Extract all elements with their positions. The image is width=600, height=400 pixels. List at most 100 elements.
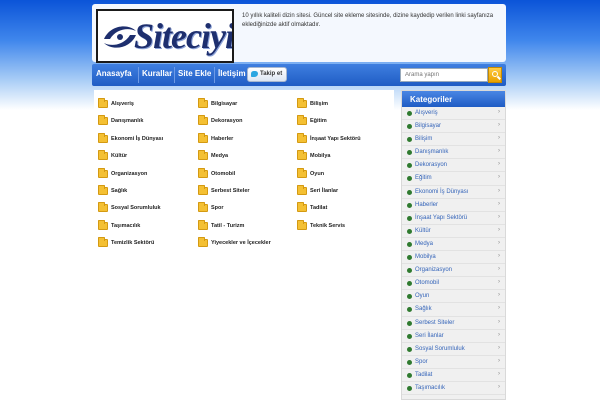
sidebar-item[interactable]: Otomobil › — [402, 277, 505, 291]
folder-icon — [198, 132, 208, 143]
folder-icon — [297, 98, 307, 108]
nav-site-ekle[interactable]: Site Ekle — [178, 69, 211, 78]
sidebar-item[interactable]: Oyun › — [402, 290, 505, 304]
bullet-icon — [407, 189, 412, 195]
chevron-right-icon: › — [498, 200, 500, 207]
folder-icon — [198, 98, 208, 108]
category-label: Yiyecekler ve İçecekler — [211, 240, 271, 247]
folder-icon — [198, 167, 208, 178]
bullet-icon — [407, 124, 412, 130]
category-label: Sosyal Sorumluluk — [111, 205, 161, 212]
sidebar-item[interactable]: Alışveriş › — [402, 107, 505, 121]
bullet-icon — [407, 163, 412, 169]
sidebar-item-label: Seri İlanlar — [415, 332, 444, 339]
category-label: Seri İlanlar — [310, 188, 339, 194]
category-label: Taşımacılık — [111, 222, 141, 229]
sidebar-item-label: Danışmanlık — [415, 149, 449, 156]
folder-icon — [98, 132, 108, 143]
chevron-right-icon: › — [498, 187, 500, 194]
nav-iletisim[interactable]: İletişim — [218, 69, 246, 78]
sidebar-item-label: Otomobil — [415, 280, 440, 287]
category-label: Otomobil — [211, 170, 236, 177]
main-nav: Anasayfa Kurallar Site Ekle İletişim Tak… — [92, 64, 506, 86]
site-description: 10 yıllık kaliteli dizin sitesi. Güncel … — [242, 13, 494, 28]
nav-divider — [174, 67, 175, 83]
chevron-right-icon: › — [498, 122, 500, 129]
category-label: Bilgisayar — [211, 101, 238, 107]
folder-icon — [98, 98, 108, 108]
chevron-right-icon: › — [498, 331, 500, 338]
twitter-follow-button[interactable]: Takip et — [247, 67, 287, 82]
category-label: Kültür — [111, 153, 128, 160]
bullet-icon — [407, 320, 412, 326]
category-label: Organizasyon — [111, 170, 148, 177]
chevron-right-icon: › — [498, 370, 500, 377]
category-label: Oyun — [310, 170, 325, 177]
folder-icon — [297, 150, 307, 161]
bullet-icon — [407, 372, 412, 378]
header: Siteciyiz 10 yıllık kaliteli dizin sites… — [92, 4, 506, 63]
sidebar-item[interactable]: Seri İlanlar › — [402, 330, 505, 343]
search-button[interactable] — [488, 67, 502, 83]
page-wrapper: Siteciyiz 10 yıllık kaliteli dizin sites… — [92, 0, 506, 400]
sidebar-item[interactable]: Danışmanlık › — [402, 146, 505, 160]
folder-icon — [198, 219, 208, 230]
bullet-icon — [407, 150, 412, 156]
folder-icon — [98, 202, 108, 213]
sidebar-item-label: Dekorasyon — [415, 162, 448, 169]
bullet-icon — [407, 333, 412, 339]
sidebar-item-label: Serbest Siteler — [415, 319, 455, 326]
bullet-icon — [407, 255, 412, 261]
bullet-icon — [407, 346, 412, 352]
sidebar-item[interactable]: Haberler › — [402, 199, 505, 212]
sidebar-item-label: Medya — [415, 240, 434, 247]
sidebar-item[interactable]: Tadilat › — [402, 369, 505, 382]
category-label: Serbest Siteler — [211, 188, 250, 194]
folder-icon — [297, 167, 307, 178]
sidebar-item[interactable]: Taşımacılık › — [402, 382, 505, 396]
sidebar-item-label: Ekonomi İş Dünyası — [415, 188, 469, 195]
nav-kurallar[interactable]: Kurallar — [142, 69, 172, 78]
bullet-icon — [407, 176, 412, 182]
sidebar-item[interactable]: Sağlık › — [402, 303, 505, 317]
chevron-right-icon: › — [498, 279, 500, 286]
sidebar-item-label: Spor — [415, 358, 428, 365]
sidebar-item[interactable]: Organizasyon › — [402, 264, 505, 278]
chevron-right-icon: › — [498, 148, 500, 155]
bullet-icon — [407, 385, 412, 391]
category-label: İnşaat Yapı Sektörü — [310, 135, 361, 142]
folder-icon — [297, 185, 307, 195]
category-label: Danışmanlık — [111, 118, 144, 125]
nav-anasayfa[interactable]: Anasayfa — [96, 69, 132, 78]
sidebar-item[interactable]: Medya › — [402, 238, 505, 252]
bullet-icon — [407, 137, 412, 143]
sidebar-item[interactable]: Spor › — [402, 356, 505, 369]
chevron-right-icon: › — [498, 357, 500, 364]
sidebar-list: Alışveriş › Bilgisayar › Bilişim › Danışmanlık… — [402, 107, 505, 396]
bullet-icon — [407, 111, 412, 116]
sidebar: Kategoriler Alışveriş › Bilgisayar › Bilişim… — [401, 90, 506, 400]
search-icon-handle — [497, 75, 501, 80]
sidebar-item-label: Sosyal Sorumluluk — [415, 345, 465, 352]
chevron-right-icon: › — [498, 292, 500, 299]
bullet-icon — [407, 215, 412, 221]
sidebar-item-label: İnşaat Yapı Sektörü — [415, 214, 468, 221]
folder-icon — [98, 219, 108, 230]
sidebar-item[interactable]: Bilişim › — [402, 133, 505, 147]
chevron-right-icon: › — [498, 174, 500, 181]
sidebar-item[interactable]: İnşaat Yapı Sektörü › — [402, 212, 505, 225]
sidebar-item[interactable]: Mobilya › — [402, 251, 505, 265]
sidebar-item[interactable]: Serbest Siteler › — [402, 317, 505, 330]
sidebar-item[interactable]: Kültür › — [402, 225, 505, 238]
sidebar-item[interactable]: Bilgisayar › — [402, 120, 505, 134]
sidebar-item[interactable]: Dekorasyon › — [402, 159, 505, 173]
sidebar-item[interactable]: Ekonomi İş Dünyası › — [402, 186, 505, 199]
category-panel: Alışveriş Bilgisayar Bilişim Danışmanlık Dek… — [94, 90, 394, 400]
search-input[interactable] — [400, 68, 488, 82]
site-logo[interactable]: Siteciyiz — [96, 9, 234, 63]
sidebar-item[interactable]: Eğitim › — [402, 172, 505, 186]
chevron-right-icon: › — [498, 135, 500, 142]
bullet-icon — [407, 307, 412, 313]
sidebar-item[interactable]: Sosyal Sorumluluk › — [402, 343, 505, 356]
chevron-right-icon: › — [498, 226, 500, 233]
